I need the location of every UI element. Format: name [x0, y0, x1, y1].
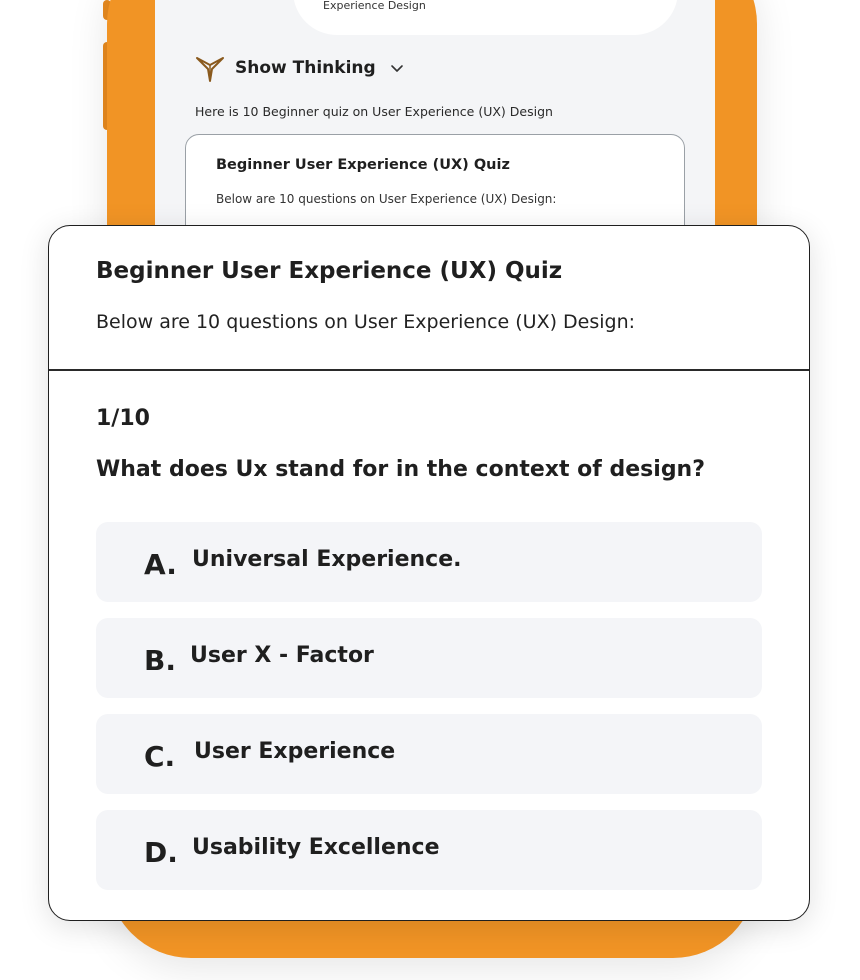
background-quiz-subtitle: Below are 10 questions on User Experienc…: [216, 192, 557, 206]
user-message-text: Experience Design: [323, 0, 426, 12]
option-text: Usability Excellence: [192, 835, 440, 860]
option-text: User Experience: [194, 739, 396, 764]
show-thinking-toggle[interactable]: Show Thinking: [195, 53, 404, 83]
background-quiz-title: Beginner User Experience (UX) Quiz: [216, 157, 510, 173]
quiz-card: Beginner User Experience (UX) Quiz Below…: [48, 225, 810, 921]
option-letter: A.: [144, 548, 177, 581]
option-letter: B.: [144, 644, 176, 677]
option-letter: D.: [144, 836, 178, 869]
option-a[interactable]: A. Universal Experience.: [96, 522, 762, 602]
option-text: User X - Factor: [190, 643, 374, 668]
question-counter: 1/10: [96, 406, 150, 431]
stage: Experience Design Show Thinking Here is …: [0, 0, 860, 980]
phone-screen: Experience Design Show Thinking Here is …: [155, 0, 715, 260]
question-text: What does Ux stand for in the context of…: [96, 457, 705, 482]
quiz-title: Beginner User Experience (UX) Quiz: [96, 258, 563, 284]
option-letter: C.: [144, 740, 176, 773]
show-thinking-label: Show Thinking: [235, 58, 376, 78]
option-d[interactable]: D. Usability Excellence: [96, 810, 762, 890]
assistant-logo-icon: [196, 57, 224, 82]
quiz-header: Beginner User Experience (UX) Quiz Below…: [49, 226, 809, 371]
answer-options: A. Universal Experience. B. User X - Fac…: [96, 522, 762, 906]
option-text: Universal Experience.: [192, 547, 462, 572]
option-c[interactable]: C. User Experience: [96, 714, 762, 794]
quiz-subtitle: Below are 10 questions on User Experienc…: [96, 311, 636, 333]
assistant-intro-text: Here is 10 Beginner quiz on User Experie…: [195, 104, 553, 119]
user-message-bubble: Experience Design: [293, 0, 678, 35]
option-b[interactable]: B. User X - Factor: [96, 618, 762, 698]
chevron-down-icon: [390, 65, 403, 72]
